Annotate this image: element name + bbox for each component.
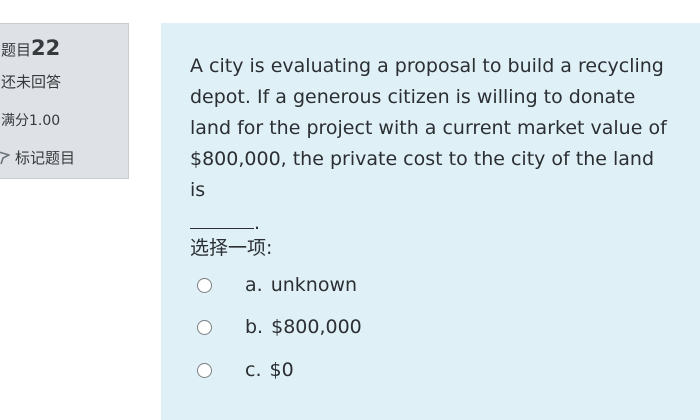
question-number: 题目22 xyxy=(1,36,60,62)
flag-question-label: 标记题目 xyxy=(15,149,76,167)
answer-text: $0 xyxy=(269,359,294,381)
question-text: A city is evaluating a proposal to build… xyxy=(190,51,670,239)
answer-blank-suffix: . xyxy=(254,212,261,234)
answer-text: $800,000 xyxy=(271,316,362,338)
question-number-prefix: 题目 xyxy=(1,41,32,59)
flag-icon xyxy=(0,150,11,165)
answer-prompt: 选择一项: xyxy=(190,237,273,259)
answer-radio-c[interactable] xyxy=(197,362,212,378)
answer-letter: a. xyxy=(245,274,263,296)
question-info-panel: 题目22 还未回答 满分1.00 标记题目 xyxy=(0,23,129,179)
flag-question-link[interactable]: 标记题目 xyxy=(0,148,75,168)
question-state: 还未回答 xyxy=(1,73,62,91)
answer-label-a[interactable]: a. unknown xyxy=(245,274,357,296)
answer-option-b[interactable]: b. $800,000 xyxy=(197,315,362,339)
answer-option-a[interactable]: a. unknown xyxy=(197,273,357,297)
answer-radio-b[interactable] xyxy=(197,319,212,335)
answer-letter: c. xyxy=(245,359,262,381)
question-grade: 满分1.00 xyxy=(1,113,61,129)
answer-label-b[interactable]: b. $800,000 xyxy=(245,316,362,338)
answer-radio-a[interactable] xyxy=(197,277,212,293)
question-content: A city is evaluating a proposal to build… xyxy=(161,23,700,420)
answer-blank xyxy=(190,212,254,229)
answer-label-c[interactable]: c. $0 xyxy=(245,359,294,381)
answer-letter: b. xyxy=(245,316,264,338)
question-number-value: 22 xyxy=(31,36,61,60)
answer-text: unknown xyxy=(270,274,358,296)
answer-option-c[interactable]: c. $0 xyxy=(197,358,294,382)
question-text-body: A city is evaluating a proposal to build… xyxy=(190,55,667,201)
